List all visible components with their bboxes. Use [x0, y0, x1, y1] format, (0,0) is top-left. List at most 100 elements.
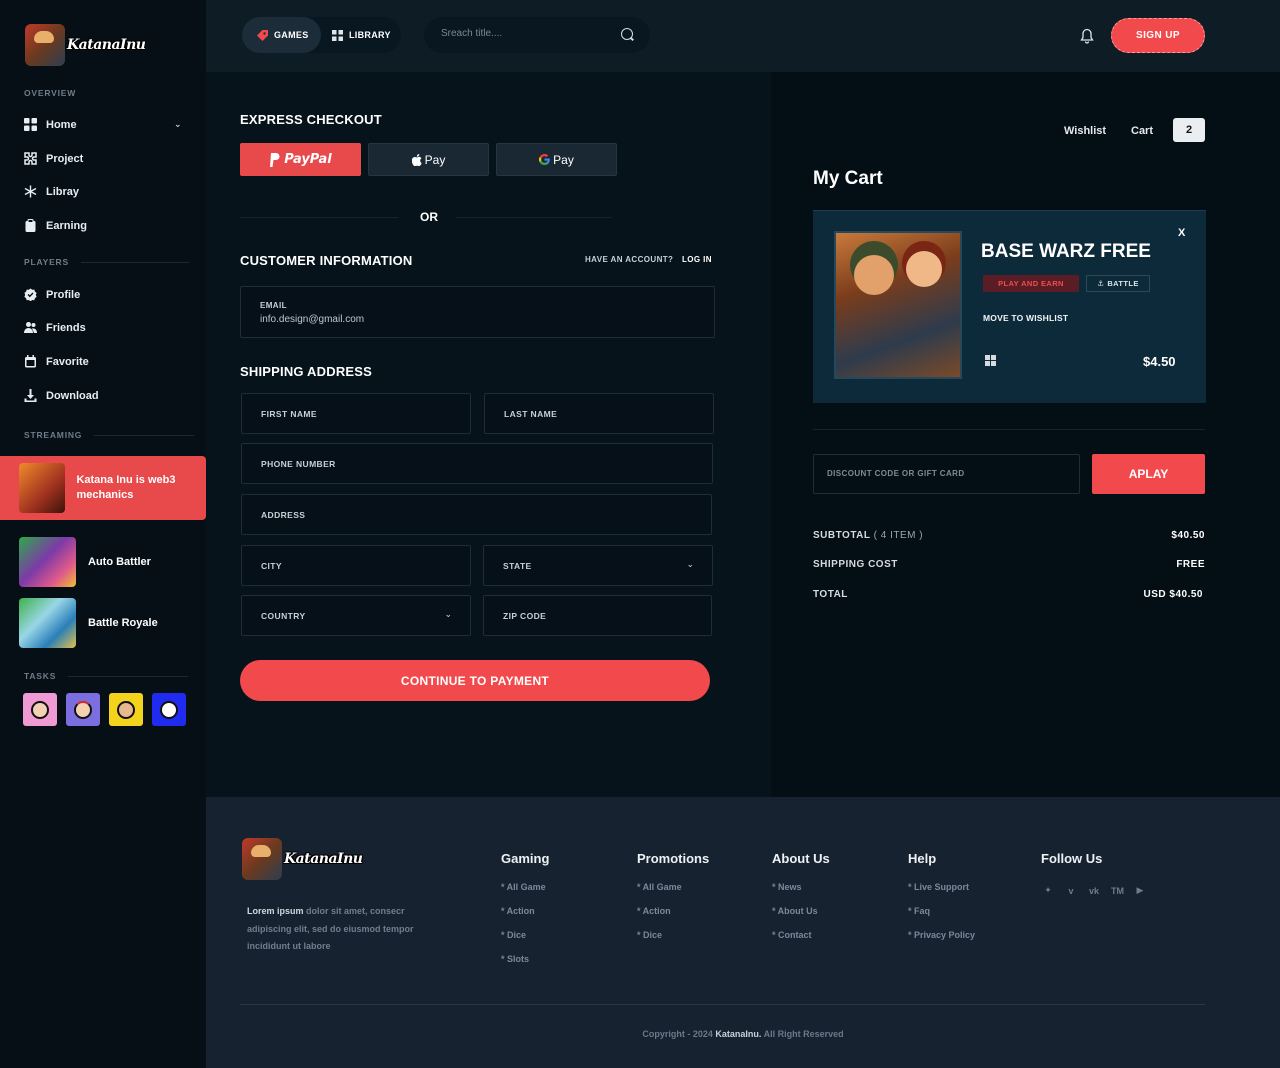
cart-count-badge[interactable]: 2	[1173, 118, 1205, 142]
footer-link[interactable]: * All Game	[501, 882, 549, 895]
grid-icon	[332, 29, 343, 41]
vimeo-icon[interactable]: v	[1065, 886, 1077, 896]
footer-link[interactable]: * Live Support	[908, 882, 975, 895]
vk-icon[interactable]: vk	[1088, 886, 1100, 896]
footer-link[interactable]: * News	[772, 882, 830, 895]
sidebar-item-label: Favorite	[46, 355, 89, 368]
apple-pay-button[interactable]: Pay	[368, 143, 489, 176]
footer-link[interactable]: * Privacy Policy	[908, 930, 975, 943]
sidebar-item-label: Home	[46, 118, 77, 131]
puzzle-icon	[24, 152, 37, 165]
tumblr-icon[interactable]: TM	[1111, 886, 1124, 896]
stream-label: Katana Inu is web3 mechanics	[76, 474, 176, 501]
mascot-icon	[242, 838, 282, 880]
tab-games[interactable]: GAMES	[242, 17, 321, 53]
last-name-field[interactable]: LAST NAME	[484, 393, 714, 434]
google-pay-button[interactable]: Pay	[496, 143, 617, 176]
remove-item-button[interactable]: X	[1178, 227, 1185, 239]
discount-input[interactable]	[827, 469, 1067, 478]
sidebar-item-profile[interactable]: Profile	[24, 288, 80, 301]
snowflake-icon	[24, 185, 37, 198]
sidebar-item-earning[interactable]: Earning	[24, 219, 87, 232]
address-field[interactable]: ADDRESS	[241, 494, 712, 535]
tab-library[interactable]: LIBRARY	[332, 17, 391, 53]
footer-link[interactable]: * Dice	[637, 930, 709, 943]
have-account-text: HAVE AN ACCOUNT?	[585, 255, 674, 264]
sidebar-item-favorite[interactable]: Favorite	[24, 355, 89, 368]
sidebar-item-home[interactable]: Home ⌄	[24, 118, 182, 131]
sidebar-item-project[interactable]: Project	[24, 152, 83, 165]
footer-link[interactable]: * Action	[637, 906, 709, 919]
bell-icon[interactable]	[1080, 28, 1094, 44]
sidebar-item-label: Profile	[46, 288, 81, 301]
apply-button[interactable]: APLAY	[1092, 454, 1205, 494]
log-in-link[interactable]: LOG IN	[682, 255, 712, 264]
country-select[interactable]: COUNTRY ⌄	[241, 595, 471, 636]
email-value: info.design@gmail.com	[260, 314, 365, 325]
sidebar-item-label: Earning	[46, 219, 87, 232]
clipboard-icon	[25, 219, 36, 232]
footer-link[interactable]: * About Us	[772, 906, 830, 919]
email-field[interactable]: EMAIL info.design@gmail.com	[240, 286, 715, 338]
cart-item-title: BASE WARZ FREE	[981, 241, 1151, 262]
footer-link[interactable]: * Action	[501, 906, 549, 919]
state-select[interactable]: STATE ⌄	[483, 545, 713, 586]
section-title-tasks: TASKS	[24, 671, 189, 681]
brand-logo[interactable]: KatanaInu	[25, 24, 146, 66]
footer-link[interactable]: * Slots	[501, 954, 549, 967]
footer-link[interactable]: * Dice	[501, 930, 549, 943]
stream-label: Battle Royale	[88, 617, 158, 629]
sidebar: KatanaInu OVERVIEW Home ⌄ Project Libray…	[0, 0, 206, 1068]
tag-icon	[257, 29, 268, 41]
city-field[interactable]: CITY	[241, 545, 471, 586]
phone-number-field[interactable]: PHONE NUMBER	[241, 443, 713, 484]
move-to-wishlist-link[interactable]: MOVE TO WISHLIST	[983, 313, 1068, 323]
twitter-icon[interactable]: ✦	[1042, 885, 1054, 896]
footer-logo[interactable]: KatanaInu	[242, 838, 363, 880]
task-avatar[interactable]	[109, 693, 143, 726]
search-bar	[424, 17, 650, 53]
wishlist-link[interactable]: Wishlist	[1064, 125, 1106, 137]
subtotal-row: SUBTOTAL ( 4 ITEM ) $40.50	[813, 530, 1205, 541]
section-title-streaming: STREAMING	[24, 430, 195, 440]
search-icon[interactable]	[621, 28, 633, 40]
sidebar-item-friends[interactable]: Friends	[24, 321, 86, 334]
or-label: OR	[420, 210, 438, 224]
customer-info-title: CUSTOMER INFORMATION	[240, 253, 413, 268]
stream-item-auto-battler[interactable]: Auto Battler	[19, 537, 151, 587]
sidebar-item-libray[interactable]: Libray	[24, 185, 79, 198]
task-avatar[interactable]	[66, 693, 100, 726]
footer-link[interactable]: * All Game	[637, 882, 709, 895]
game-cover-image[interactable]	[834, 231, 962, 379]
shipping-cost-row: SHIPPING COST FREE	[813, 559, 1205, 570]
task-avatar[interactable]	[23, 693, 57, 726]
stream-item-battle-royale[interactable]: Battle Royale	[19, 598, 158, 648]
footer-divider	[240, 1004, 1205, 1005]
paypal-icon	[270, 152, 280, 167]
stream-item-active[interactable]: Katana Inu is web3 mechanics	[0, 456, 206, 520]
footer-column-follow: Follow Us	[1041, 851, 1103, 866]
youtube-icon[interactable]: ▶	[1134, 885, 1146, 896]
chevron-down-icon[interactable]: ⌄	[174, 119, 182, 130]
first-name-field[interactable]: FIRST NAME	[241, 393, 471, 434]
continue-to-payment-button[interactable]: CONTINUE TO PAYMENT	[240, 660, 710, 701]
sidebar-item-label: Download	[46, 389, 99, 402]
task-avatar[interactable]	[152, 693, 186, 726]
sidebar-item-download[interactable]: Download	[24, 389, 99, 402]
or-divider: OR	[240, 210, 612, 226]
avatar	[117, 700, 135, 719]
footer-link[interactable]: * Contact	[772, 930, 830, 943]
sign-up-button[interactable]: SIGN UP	[1111, 18, 1205, 53]
footer-link[interactable]: * Faq	[908, 906, 975, 919]
paypal-button[interactable]: PayPal	[240, 143, 361, 176]
email-label: EMAIL	[260, 301, 287, 310]
users-icon	[24, 322, 37, 333]
cart-link[interactable]: Cart	[1131, 125, 1153, 137]
search-input[interactable]	[441, 28, 611, 39]
mascot-icon	[25, 24, 65, 66]
express-checkout-title: EXPRESS CHECKOUT	[240, 112, 382, 127]
windows-icon	[985, 355, 996, 366]
zip-code-field[interactable]: ZIP CODE	[483, 595, 712, 636]
footer-description: Lorem ipsum dolor sit amet, consecr adip…	[247, 906, 414, 951]
stream-thumbnail	[19, 463, 66, 513]
